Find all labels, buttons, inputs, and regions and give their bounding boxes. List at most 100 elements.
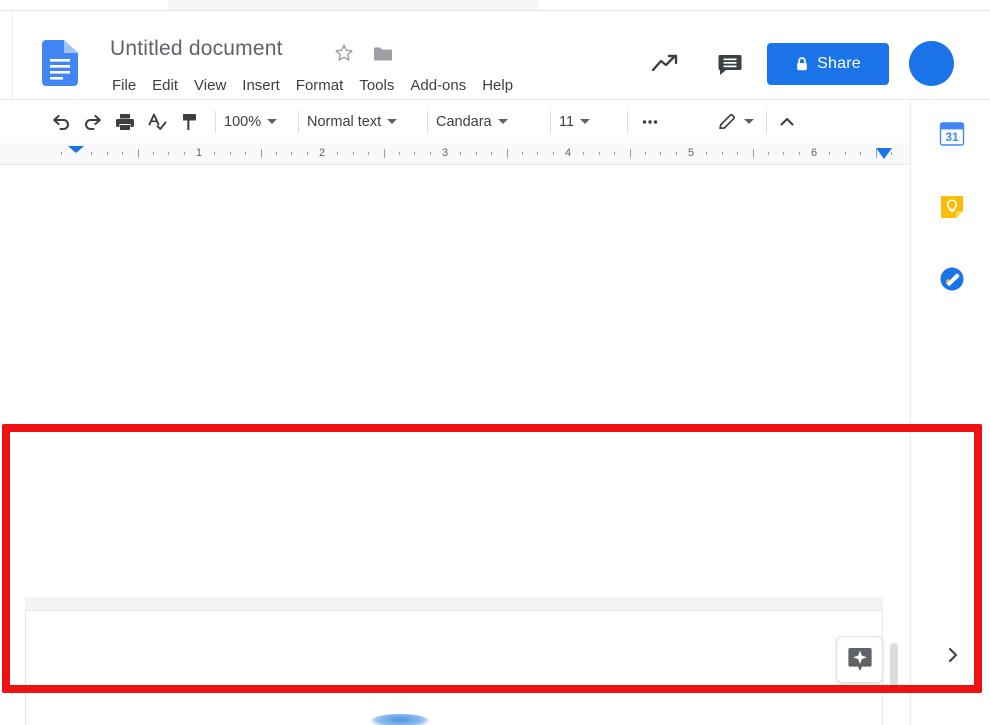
horizontal-ruler[interactable]: 1 2 3 4 5 6	[0, 143, 910, 165]
formatting-toolbar: 100% Normal text Candara 11	[0, 100, 910, 143]
activity-dashboard-icon[interactable]	[648, 49, 682, 79]
ruler-tick	[583, 152, 584, 155]
document-page-lower[interactable]	[25, 611, 883, 725]
ruler-tick	[614, 152, 615, 155]
ruler-tick	[291, 152, 292, 155]
menu-item-edit[interactable]: Edit	[144, 74, 186, 98]
ruler-tick	[138, 149, 139, 158]
menu-item-view[interactable]: View	[186, 74, 234, 98]
menu-item-format[interactable]: Format	[288, 74, 352, 98]
paragraph-style-dropdown[interactable]: Normal text	[299, 107, 417, 137]
ruler-tick	[460, 152, 461, 155]
google-keep-icon[interactable]	[939, 194, 965, 220]
spellcheck-icon[interactable]	[141, 107, 173, 137]
ruler-tick	[107, 152, 108, 155]
explore-button[interactable]	[836, 636, 883, 683]
ruler-tick	[599, 152, 600, 155]
ruler-tick	[491, 152, 492, 155]
document-canvas[interactable]	[0, 165, 910, 725]
ruler-tick	[245, 152, 246, 155]
ruler-tick	[845, 152, 846, 155]
svg-text:31: 31	[945, 130, 959, 144]
ruler-tick	[214, 152, 215, 155]
chevron-down-icon	[387, 119, 398, 124]
comment-icon[interactable]	[713, 49, 747, 79]
ruler-tick	[414, 152, 415, 155]
ruler-number: 2	[318, 147, 326, 159]
ruler-number: 6	[810, 147, 818, 159]
document-title[interactable]: Untitled document	[110, 37, 283, 61]
zoom-dropdown[interactable]: 100%	[216, 107, 290, 137]
google-calendar-icon[interactable]: 31	[939, 121, 965, 147]
zoom-value: 100%	[224, 113, 262, 130]
taskbar-icon-ghost	[371, 714, 429, 725]
ruler-tick	[630, 149, 631, 158]
toolbar-divider-5	[627, 110, 628, 133]
header-left-divider	[12, 11, 13, 100]
chevron-down-icon	[580, 119, 591, 124]
ruler-tick	[645, 152, 646, 155]
ruler-tick	[553, 152, 554, 155]
menu-item-file[interactable]: File	[104, 74, 144, 98]
ruler-tick	[384, 149, 385, 158]
ruler-tick	[337, 152, 338, 155]
editing-mode-dropdown[interactable]	[712, 107, 756, 137]
page-break-gap	[25, 597, 883, 611]
chevron-up-icon[interactable]	[771, 107, 803, 137]
ruler-tick	[507, 149, 508, 158]
ruler-number: 1	[195, 147, 203, 159]
left-indent-marker[interactable]	[68, 146, 84, 153]
paragraph-style-value: Normal text	[307, 113, 382, 130]
vertical-scrollbar[interactable]	[886, 598, 902, 725]
chevron-right-icon[interactable]	[941, 643, 965, 667]
ruler-tick	[261, 149, 262, 158]
chevron-down-icon	[267, 119, 278, 124]
chevron-down-icon	[744, 119, 754, 124]
print-icon[interactable]	[109, 107, 141, 137]
ruler-tick	[737, 152, 738, 155]
ruler-tick	[476, 152, 477, 155]
browser-chrome-sliver	[0, 0, 990, 11]
ruler-tick	[276, 152, 277, 155]
menu-item-tools[interactable]: Tools	[351, 74, 402, 98]
ruler-tick	[829, 152, 830, 155]
ruler-track: 1 2 3 4 5 6	[0, 143, 910, 164]
ruler-tick	[399, 152, 400, 155]
pencil-icon	[716, 111, 738, 133]
ruler-number: 5	[687, 147, 695, 159]
star-icon[interactable]	[333, 42, 355, 64]
more-horizontal-icon[interactable]	[634, 107, 666, 137]
avatar[interactable]	[909, 41, 954, 86]
ruler-tick	[230, 152, 231, 155]
chevron-down-icon	[497, 119, 508, 124]
google-docs-icon[interactable]	[42, 40, 78, 86]
undo-icon[interactable]	[45, 107, 77, 137]
ruler-tick	[722, 152, 723, 155]
font-family-dropdown[interactable]: Candara	[428, 107, 544, 137]
ruler-tick	[61, 152, 62, 155]
lock-icon	[797, 57, 807, 71]
ruler-tick	[706, 152, 707, 155]
google-docs-window: Untitled document File Edit View Insert …	[0, 0, 990, 725]
font-size-dropdown[interactable]: 11	[551, 107, 621, 137]
ruler-tick	[307, 152, 308, 155]
redo-icon[interactable]	[77, 107, 109, 137]
menu-item-insert[interactable]: Insert	[234, 74, 288, 98]
vertical-scrollbar-thumb[interactable]	[890, 643, 898, 691]
google-tasks-icon[interactable]	[939, 266, 965, 292]
menu-item-add-ons[interactable]: Add-ons	[402, 74, 474, 98]
toolbar-divider-6	[766, 110, 767, 133]
ruler-tick	[860, 152, 861, 155]
right-indent-marker[interactable]	[876, 148, 892, 159]
side-panel: 31	[910, 100, 990, 725]
ruler-tick	[799, 152, 800, 155]
ruler-tick	[660, 152, 661, 155]
ruler-tick	[676, 152, 677, 155]
paint-format-icon[interactable]	[173, 107, 205, 137]
font-size-value: 11	[559, 113, 575, 130]
share-button[interactable]: Share	[767, 43, 889, 85]
browser-tab-ghost	[168, 0, 538, 10]
ruler-number: 4	[564, 147, 572, 159]
menu-item-help[interactable]: Help	[474, 74, 521, 98]
folder-icon[interactable]	[372, 42, 394, 64]
